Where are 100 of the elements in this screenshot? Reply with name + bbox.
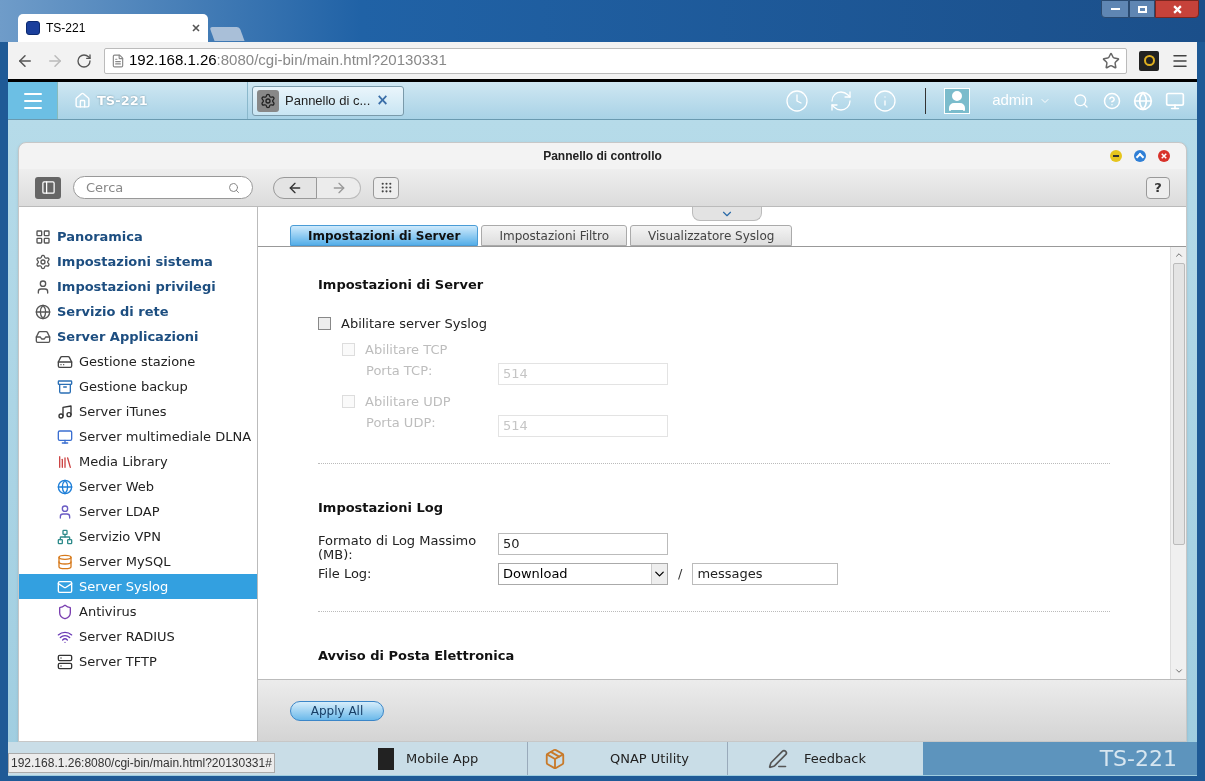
close-icon <box>1172 4 1182 14</box>
home-icon[interactable] <box>74 92 91 109</box>
back-button[interactable] <box>273 176 317 199</box>
scrollbar[interactable] <box>1170 247 1186 679</box>
tab[interactable]: Impostazioni Filtro <box>481 225 628 246</box>
extension-icon[interactable] <box>1139 50 1159 71</box>
field-label: File Log: <box>318 565 373 584</box>
menu-button[interactable] <box>8 82 58 119</box>
user-icon <box>57 503 73 520</box>
taskbar-item[interactable]: QNAP Utility <box>528 742 728 775</box>
tab-title: TS-221 <box>46 20 87 37</box>
new-tab-button[interactable] <box>209 27 245 41</box>
globe-icon <box>57 478 73 495</box>
sidebar-item[interactable]: Server MySQL <box>19 549 257 574</box>
shield-icon <box>57 603 73 620</box>
gear-icon <box>257 89 279 112</box>
scroll-down-icon[interactable] <box>1173 666 1184 676</box>
close-button[interactable] <box>1158 150 1170 162</box>
caret-icon <box>651 564 667 584</box>
browser-tab[interactable]: TS-221 <box>18 14 208 42</box>
scroll-up-icon[interactable] <box>1173 250 1184 260</box>
minimize-button[interactable] <box>1101 0 1129 18</box>
taskbar-item[interactable]: Mobile App <box>348 742 528 775</box>
info-icon[interactable] <box>873 88 898 113</box>
sidebar-item[interactable]: Antivirus <box>19 599 257 624</box>
panel-icon <box>40 180 56 195</box>
checkbox-label: Abilitare UDP <box>365 392 451 411</box>
clock-icon[interactable] <box>785 88 810 113</box>
globe-icon <box>35 303 51 320</box>
tab[interactable]: Impostazioni di Server <box>290 225 479 246</box>
checkbox[interactable] <box>318 317 331 330</box>
sidebar-item[interactable]: Server TFTP <box>19 649 257 674</box>
box-icon <box>544 747 566 770</box>
open-app-tab[interactable]: Pannello di c... × <box>252 85 404 116</box>
sidebar-item[interactable]: Server multimediale DLNA <box>19 424 257 449</box>
desktop-icon[interactable] <box>1165 90 1185 111</box>
close-button[interactable] <box>1155 0 1199 18</box>
sidebar-item[interactable]: Server LDAP <box>19 499 257 524</box>
sidebar-item[interactable]: Panoramica <box>19 224 257 249</box>
phone-icon <box>378 747 394 770</box>
collapse-handle[interactable] <box>692 207 762 221</box>
language-icon[interactable] <box>1133 90 1153 111</box>
sidebar-item[interactable]: Impostazioni sistema <box>19 249 257 274</box>
server-icon <box>57 653 73 670</box>
field-label: Porta TCP: <box>365 362 434 378</box>
checkbox-label: Abilitare TCP <box>365 340 448 359</box>
dropdown[interactable]: Download <box>498 563 668 585</box>
search-icon[interactable] <box>1073 92 1089 109</box>
grid-icon <box>35 228 51 245</box>
url-text: 192.168.1.26:8080/cgi-bin/main.html?20130331 <box>129 50 448 71</box>
search-icon <box>228 181 240 194</box>
mail-icon <box>57 578 73 595</box>
window-title: Pannello di controllo <box>543 148 662 165</box>
tab[interactable]: Visualizzatore Syslog <box>630 225 793 246</box>
help-button[interactable]: ? <box>1146 176 1170 199</box>
sidebar-item[interactable]: Servizio di rete <box>19 299 257 324</box>
gear-icon <box>35 253 51 270</box>
section-title: Impostazioni Log <box>318 498 445 517</box>
close-icon[interactable]: × <box>376 89 389 112</box>
sidebar-item[interactable]: Server iTunes <box>19 399 257 424</box>
drive-icon <box>57 353 73 370</box>
path-separator: / <box>678 565 683 584</box>
database-icon <box>57 553 73 570</box>
avatar-icon[interactable] <box>944 87 971 114</box>
section-title: Avviso di Posta Elettronica <box>318 647 516 665</box>
checkbox-label: Abilitare server Syslog <box>341 314 488 333</box>
help-icon[interactable] <box>1103 91 1121 110</box>
app-logo-icon <box>26 21 40 35</box>
input-field[interactable]: 50 <box>498 533 668 555</box>
sidebar-item[interactable]: Impostazioni privilegi <box>19 274 257 299</box>
sidebar-item[interactable]: Gestione stazione <box>19 349 257 374</box>
sidebar-item[interactable]: Servizio VPN <box>19 524 257 549</box>
minimize-button[interactable] <box>1110 150 1122 162</box>
user-icon <box>35 278 51 295</box>
sidebar-toggle-button[interactable] <box>35 176 61 199</box>
apply-all-button[interactable]: Apply All <box>290 700 384 721</box>
section-title: Impostazioni di Server <box>318 276 485 294</box>
tab-title: Pannello di c... <box>285 91 371 110</box>
maximize-button[interactable] <box>1129 0 1155 18</box>
reload-icon[interactable] <box>76 52 92 69</box>
sidebar-item[interactable]: Server RADIUS <box>19 624 257 649</box>
taskbar-item[interactable]: Feedback <box>728 742 923 775</box>
address-field[interactable]: 192.168.1.26:8080/cgi-bin/main.html?20130331 <box>104 47 1127 74</box>
sidebar-item[interactable]: Server Web <box>19 474 257 499</box>
input-field[interactable]: messages <box>692 563 839 585</box>
sidebar-item[interactable]: Server Applicazioni <box>19 324 257 349</box>
search-field[interactable]: Cerca <box>73 176 253 199</box>
maximize-button[interactable] <box>1134 150 1146 162</box>
apps-grid-button[interactable] <box>373 176 399 199</box>
pen-icon <box>768 748 788 769</box>
close-icon[interactable] <box>192 24 200 32</box>
field-label: Formato di Log Massimo (MB): <box>318 533 478 562</box>
bookmark-star-icon[interactable] <box>1102 51 1120 70</box>
sidebar-item[interactable]: Gestione backup <box>19 374 257 399</box>
archive-icon <box>57 378 73 395</box>
sync-icon[interactable] <box>829 88 854 113</box>
network-icon <box>57 528 73 545</box>
field-label: Porta UDP: <box>365 414 437 430</box>
sidebar-item[interactable]: Media Library <box>19 449 257 474</box>
status-url: 192.168.1.26:8080/cgi-bin/main.html?20130331# <box>8 753 275 773</box>
